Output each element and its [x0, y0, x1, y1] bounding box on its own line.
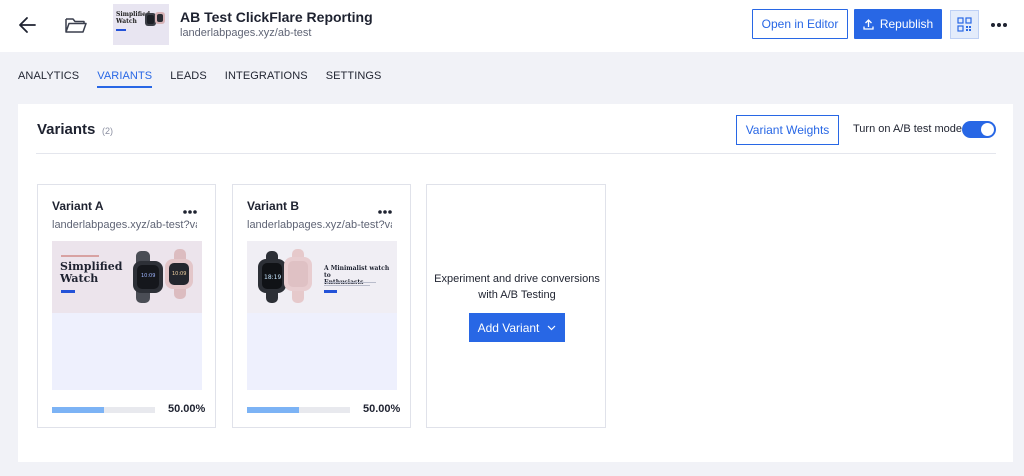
- preview-cta-bar: [324, 290, 337, 293]
- weight-progress-bar: [52, 407, 155, 413]
- variants-heading: Variants: [37, 121, 96, 138]
- add-variant-label: Add Variant: [477, 320, 540, 335]
- variant-preview[interactable]: 18:19 A Minimalist watch to Enthusiasts: [247, 241, 397, 390]
- svg-text:18:19: 18:19: [264, 274, 281, 281]
- back-arrow-icon[interactable]: [18, 14, 38, 36]
- weight-percentage: 50.00%: [168, 403, 206, 415]
- top-header: Simplified Watch AB Test ClickFlare Repo…: [0, 0, 1024, 52]
- preview-text-line: [324, 282, 376, 283]
- thumbnail-cta-bar: [116, 29, 126, 31]
- tab-leads[interactable]: LEADS: [170, 70, 207, 88]
- more-horizontal-icon[interactable]: [377, 202, 393, 214]
- more-horizontal-icon[interactable]: [182, 202, 198, 214]
- qr-code-icon: [957, 17, 972, 32]
- variant-preview[interactable]: Simplified Watch 10:09 10:09: [52, 241, 202, 390]
- upload-icon: [863, 18, 874, 30]
- weight-progress-fill: [52, 407, 104, 413]
- tab-bar: ANALYTICS VARIANTS LEADS INTEGRATIONS SE…: [18, 70, 382, 90]
- tab-analytics[interactable]: ANALYTICS: [18, 70, 79, 88]
- add-variant-description: Experiment and drive conversions with A/…: [434, 273, 600, 301]
- page-url[interactable]: landerlabpages.xyz/ab-test: [180, 27, 311, 39]
- add-variant-card: Experiment and drive conversions with A/…: [426, 184, 606, 428]
- variants-count: (2): [102, 126, 113, 136]
- watch-image: 10:09 10:09: [133, 249, 193, 303]
- variant-url: landerlabpages.xyz/ab-test?va...: [52, 219, 197, 231]
- republish-label: Republish: [879, 17, 934, 31]
- watch-image: [145, 12, 165, 26]
- toggle-knob: [981, 123, 994, 136]
- page-thumbnail: Simplified Watch: [113, 4, 169, 45]
- divider: [36, 153, 996, 154]
- tab-settings[interactable]: SETTINGS: [326, 70, 382, 88]
- page-title: AB Test ClickFlare Reporting: [180, 9, 373, 25]
- ab-test-mode-label: Turn on A/B test mode: [853, 123, 963, 135]
- variant-url: landerlabpages.xyz/ab-test?va...: [247, 219, 392, 231]
- preview-title: Simplified Watch: [60, 260, 123, 285]
- variant-name: Variant B: [247, 199, 300, 213]
- preview-tagline: [61, 255, 99, 257]
- preview-cta-bar: [61, 290, 75, 293]
- weight-progress-bar: [247, 407, 350, 413]
- variant-card-a[interactable]: Variant A landerlabpages.xyz/ab-test?va.…: [37, 184, 216, 428]
- weight-progress-fill: [247, 407, 299, 413]
- variant-card-b[interactable]: Variant B landerlabpages.xyz/ab-test?va.…: [232, 184, 411, 428]
- open-in-editor-button[interactable]: Open in Editor: [752, 9, 848, 39]
- chevron-down-icon: [547, 325, 556, 330]
- svg-text:10:09: 10:09: [172, 271, 186, 277]
- ab-test-mode-toggle[interactable]: [962, 121, 996, 138]
- svg-text:10:09: 10:09: [141, 273, 155, 279]
- qr-code-button[interactable]: [950, 10, 979, 39]
- tab-variants[interactable]: VARIANTS: [97, 70, 153, 88]
- watch-image: 18:19: [258, 249, 312, 303]
- folder-icon[interactable]: [64, 14, 88, 36]
- variant-weights-button[interactable]: Variant Weights: [736, 115, 839, 145]
- preview-text-line: [324, 285, 370, 286]
- preview-hero: Simplified Watch 10:09 10:09: [52, 241, 202, 313]
- preview-hero: 18:19 A Minimalist watch to Enthusiasts: [247, 241, 397, 313]
- weight-percentage: 50.00%: [363, 403, 401, 415]
- republish-button[interactable]: Republish: [854, 9, 942, 39]
- variants-panel: Variants (2) Variant Weights Turn on A/B…: [18, 104, 1013, 462]
- more-horizontal-icon[interactable]: [990, 18, 1008, 30]
- tab-integrations[interactable]: INTEGRATIONS: [225, 70, 308, 88]
- variant-name: Variant A: [52, 199, 104, 213]
- add-variant-button[interactable]: Add Variant: [469, 313, 565, 342]
